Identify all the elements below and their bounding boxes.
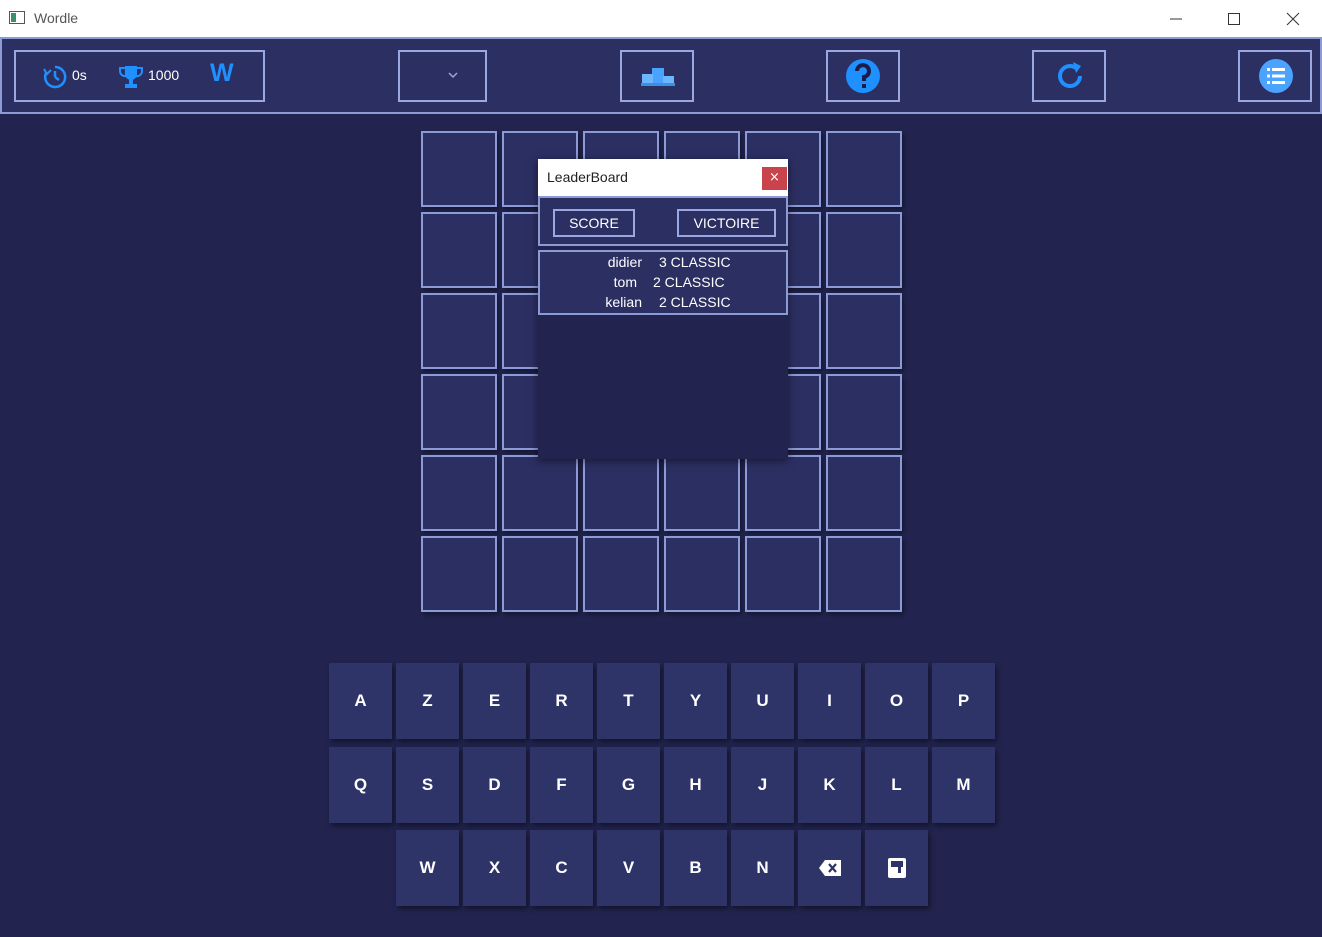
tab-victoire[interactable]: VICTOIRE xyxy=(677,209,776,237)
maximize-icon xyxy=(1228,13,1240,25)
player-score: 2 CLASSIC xyxy=(653,274,725,290)
stats-panel: 0s 1000 W xyxy=(14,50,265,102)
dialog-close-button[interactable]: × xyxy=(762,167,787,190)
leaderboard-dialog: LeaderBoard × SCORE VICTOIRE didier 3 CL… xyxy=(538,159,788,459)
trophy-icon xyxy=(119,66,143,88)
help-icon xyxy=(846,59,880,93)
letter-cell xyxy=(826,131,902,207)
player-score: 2 CLASSIC xyxy=(659,294,731,310)
letter-cell xyxy=(583,536,659,612)
leaderboard-tabs: SCORE VICTOIRE xyxy=(538,196,788,246)
key-u[interactable]: U xyxy=(731,663,794,739)
close-button[interactable] xyxy=(1270,0,1316,37)
list-item: tom 2 CLASSIC xyxy=(540,274,790,294)
key-f[interactable]: F xyxy=(530,747,593,823)
letter-cell xyxy=(421,293,497,369)
dialog-titlebar: LeaderBoard × xyxy=(538,159,788,196)
timer-value: 0s xyxy=(72,67,87,83)
key-l[interactable]: L xyxy=(865,747,928,823)
letter-cell xyxy=(664,455,740,531)
mode-dropdown[interactable] xyxy=(398,50,487,102)
toolbar: 0s 1000 W xyxy=(0,37,1322,114)
letter-cell xyxy=(502,455,578,531)
player-name: kelian xyxy=(605,294,642,310)
minimize-button[interactable] xyxy=(1153,0,1199,37)
list-item: didier 3 CLASSIC xyxy=(540,254,790,274)
backspace-key[interactable] xyxy=(798,830,861,906)
wordle-logo: W xyxy=(210,59,234,87)
letter-cell xyxy=(421,455,497,531)
menu-button[interactable] xyxy=(1238,50,1312,102)
key-w[interactable]: W xyxy=(396,830,459,906)
dialog-title: LeaderBoard xyxy=(547,169,628,185)
key-m[interactable]: M xyxy=(932,747,995,823)
letter-cell xyxy=(745,536,821,612)
key-k[interactable]: K xyxy=(798,747,861,823)
key-x[interactable]: X xyxy=(463,830,526,906)
letter-cell xyxy=(421,212,497,288)
letter-cell xyxy=(583,455,659,531)
help-button[interactable] xyxy=(826,50,900,102)
chevron-down-icon xyxy=(448,72,458,79)
key-s[interactable]: S xyxy=(396,747,459,823)
key-c[interactable]: C xyxy=(530,830,593,906)
key-p[interactable]: P xyxy=(932,663,995,739)
key-r[interactable]: R xyxy=(530,663,593,739)
player-name: tom xyxy=(613,274,637,290)
letter-cell xyxy=(664,536,740,612)
score-value: 1000 xyxy=(148,67,180,83)
player-score: 3 CLASSIC xyxy=(659,254,731,270)
enter-icon xyxy=(888,858,906,878)
leaderboard-list: didier 3 CLASSIC tom 2 CLASSIC kelian 2 … xyxy=(538,250,788,315)
list-item: kelian 2 CLASSIC xyxy=(540,294,790,314)
key-y[interactable]: Y xyxy=(664,663,727,739)
key-n[interactable]: N xyxy=(731,830,794,906)
key-z[interactable]: Z xyxy=(396,663,459,739)
letter-cell xyxy=(421,536,497,612)
letter-cell xyxy=(421,374,497,450)
list-menu-icon xyxy=(1259,59,1293,93)
key-i[interactable]: I xyxy=(798,663,861,739)
leaderboard-button[interactable] xyxy=(620,50,694,102)
key-v[interactable]: V xyxy=(597,830,660,906)
enter-key[interactable] xyxy=(865,830,928,906)
player-name: didier xyxy=(607,254,642,270)
letter-cell xyxy=(502,536,578,612)
window-titlebar: Wordle xyxy=(0,0,1322,37)
letter-cell xyxy=(826,212,902,288)
key-g[interactable]: G xyxy=(597,747,660,823)
letter-cell xyxy=(826,374,902,450)
close-icon xyxy=(1286,12,1300,26)
key-t[interactable]: T xyxy=(597,663,660,739)
window-title: Wordle xyxy=(34,10,79,26)
letter-cell xyxy=(745,455,821,531)
key-o[interactable]: O xyxy=(865,663,928,739)
key-q[interactable]: Q xyxy=(329,747,392,823)
key-h[interactable]: H xyxy=(664,747,727,823)
podium-icon xyxy=(641,68,675,86)
letter-cell xyxy=(826,455,902,531)
minimize-icon xyxy=(1170,18,1182,20)
maximize-button[interactable] xyxy=(1211,0,1257,37)
backspace-icon xyxy=(819,860,841,876)
key-j[interactable]: J xyxy=(731,747,794,823)
timer-icon xyxy=(43,65,67,89)
refresh-icon xyxy=(1058,62,1082,88)
key-e[interactable]: E xyxy=(463,663,526,739)
letter-cell xyxy=(826,293,902,369)
tab-score[interactable]: SCORE xyxy=(553,209,635,237)
letter-cell xyxy=(826,536,902,612)
key-d[interactable]: D xyxy=(463,747,526,823)
key-a[interactable]: A xyxy=(329,663,392,739)
key-b[interactable]: B xyxy=(664,830,727,906)
app-icon xyxy=(9,11,25,24)
letter-cell xyxy=(421,131,497,207)
restart-button[interactable] xyxy=(1032,50,1106,102)
